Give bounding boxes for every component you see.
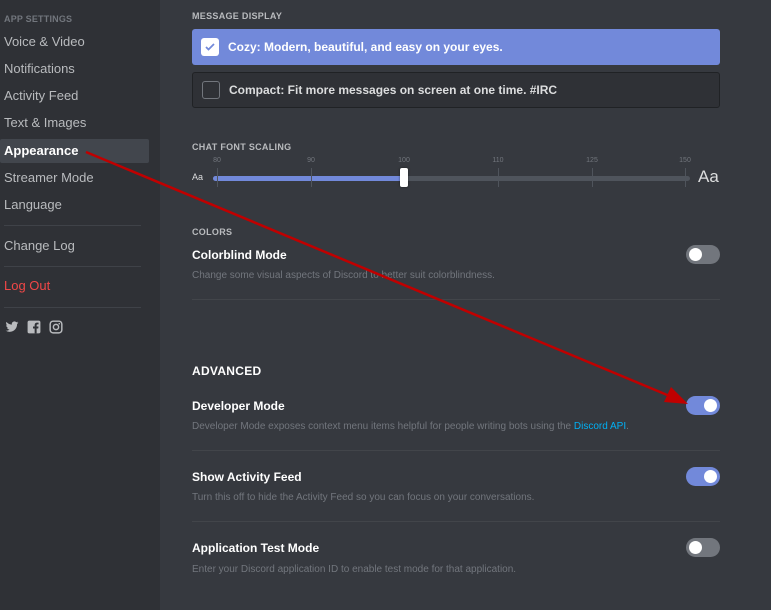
developer-mode-toggle[interactable] (686, 396, 720, 415)
font-small-label: Aa (192, 172, 204, 182)
developer-mode-desc: Developer Mode exposes context menu item… (192, 421, 629, 432)
checkbox-checked (201, 38, 219, 56)
developer-mode-title: Developer Mode (192, 399, 285, 413)
tick-label: 150 (679, 157, 691, 164)
sidebar-item-change-log[interactable]: Change Log (0, 234, 149, 258)
tick-mark (217, 168, 218, 187)
tick-mark (498, 168, 499, 187)
developer-desc-text: Developer Mode exposes context menu item… (192, 421, 574, 432)
sidebar-divider (4, 266, 141, 267)
checkbox-unchecked (202, 81, 220, 99)
tick-label: 125 (586, 157, 598, 164)
tick-mark (592, 168, 593, 187)
font-scaling-slider: Aa 80 90 100 110 125 150 Aa (192, 152, 720, 188)
font-scaling-title: Chat Font Scaling (192, 142, 292, 152)
compact-option[interactable]: Compact: Fit more messages on screen at … (192, 72, 720, 108)
tick-label: 90 (307, 157, 315, 164)
test-mode-toggle[interactable] (686, 538, 720, 557)
toggle-knob (689, 248, 702, 261)
section-divider (192, 299, 720, 300)
tick-mark (685, 168, 686, 187)
colors-title: Colors (192, 227, 233, 237)
sidebar-item-text-images[interactable]: Text & Images (0, 111, 149, 135)
sidebar-item-activity-feed[interactable]: Activity Feed (0, 84, 149, 108)
slider-thumb[interactable] (400, 168, 408, 187)
appearance-settings: Message Display Cozy: Modern, beautiful,… (192, 0, 720, 610)
twitter-icon[interactable] (5, 320, 19, 334)
tick-label: 80 (213, 157, 221, 164)
instagram-icon[interactable] (49, 320, 63, 334)
facebook-icon[interactable] (27, 320, 41, 334)
colorblind-title: Colorblind Mode (192, 248, 287, 262)
cozy-label: Cozy: Modern, beautiful, and easy on you… (228, 40, 503, 54)
test-mode-desc: Enter your Discord application ID to ena… (192, 564, 517, 575)
sidebar-item-appearance[interactable]: Appearance (0, 139, 149, 163)
section-divider (192, 521, 720, 522)
activity-feed-title: Show Activity Feed (192, 470, 302, 484)
tick-label: 100 (398, 157, 410, 164)
sidebar-item-notifications[interactable]: Notifications (0, 57, 149, 81)
slider-track[interactable] (213, 176, 690, 181)
test-mode-title: Application Test Mode (192, 541, 320, 555)
slider-fill (213, 176, 404, 181)
tick-mark (311, 168, 312, 187)
discord-api-link[interactable]: Discord API (574, 421, 626, 432)
colorblind-toggle[interactable] (686, 245, 720, 264)
compact-label: Compact: Fit more messages on screen at … (229, 83, 558, 97)
checkmark-icon (205, 43, 215, 51)
toggle-knob (704, 470, 717, 483)
sidebar-item-voice-video[interactable]: Voice & Video (0, 30, 149, 54)
sidebar-item-language[interactable]: Language (0, 193, 149, 217)
sidebar-item-streamer-mode[interactable]: Streamer Mode (0, 166, 149, 190)
colorblind-desc: Change some visual aspects of Discord to… (192, 270, 495, 281)
font-large-label: Aa (698, 167, 719, 186)
social-links (5, 320, 63, 334)
advanced-title: ADVANCED (192, 364, 262, 378)
sidebar-item-log-out[interactable]: Log Out (0, 274, 149, 298)
sidebar-header: App Settings (4, 14, 73, 24)
activity-feed-toggle[interactable] (686, 467, 720, 486)
sidebar-divider (4, 307, 141, 308)
section-divider (192, 450, 720, 451)
toggle-knob (704, 399, 717, 412)
sidebar-divider (4, 225, 141, 226)
cozy-option[interactable]: Cozy: Modern, beautiful, and easy on you… (192, 29, 720, 65)
message-display-title: Message Display (192, 11, 283, 21)
tick-label: 110 (492, 157, 504, 164)
activity-feed-desc: Turn this off to hide the Activity Feed … (192, 492, 535, 503)
settings-sidebar: App Settings Voice & Video Notifications… (0, 0, 160, 610)
toggle-knob (689, 541, 702, 554)
developer-desc-end: . (626, 421, 629, 432)
